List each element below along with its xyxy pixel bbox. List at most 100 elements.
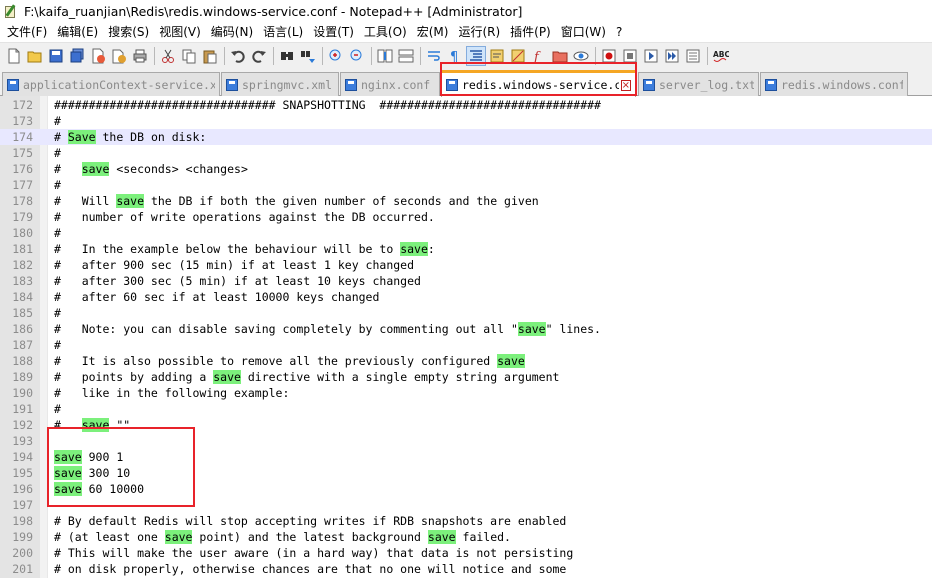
menu-run[interactable]: 运行(R) [453,22,505,42]
editor-line[interactable]: 191 # [0,401,932,417]
editor-line[interactable]: 187 # [0,337,932,353]
tab-label: nginx.conf [361,77,431,92]
line-text: # Save the DB on disk: [54,130,207,144]
file-save-state-icon [345,78,357,91]
udl-icon[interactable] [487,46,507,66]
zoom-out-icon[interactable] [347,46,367,66]
menu-edit[interactable]: 编辑(E) [52,22,103,42]
stop-macro-icon[interactable] [620,46,640,66]
svg-text:¶: ¶ [450,50,458,64]
editor[interactable]: 172 ################################ SNAP… [0,96,932,578]
cut-icon[interactable] [158,46,178,66]
editor-line[interactable]: 186 # Note: you can disable saving comple… [0,321,932,337]
editor-line[interactable]: 183 # after 300 sec (5 min) if at least 1… [0,273,932,289]
print-icon[interactable] [130,46,150,66]
doc-map-icon[interactable] [508,46,528,66]
record-macro-icon[interactable] [599,46,619,66]
title-bar: F:\kaifa_ruanjian\Redis\redis.windows-se… [0,0,932,22]
toolbar-separator [707,46,708,65]
menu-view[interactable]: 视图(V) [154,22,206,42]
run-macro-multiple-icon[interactable] [662,46,682,66]
menu-search[interactable]: 搜索(S) [103,22,154,42]
replace-icon[interactable] [298,46,318,66]
line-number: 181 [12,242,33,256]
editor-line[interactable]: 188 # It is also possible to remove all t… [0,353,932,369]
editor-line[interactable]: 195 save 300 10 [0,465,932,481]
play-macro-icon[interactable] [641,46,661,66]
editor-line[interactable]: 173 # [0,113,932,129]
indent-guide-icon[interactable] [466,45,486,66]
editor-line[interactable]: 180 # [0,225,932,241]
sync-horizontal-icon[interactable] [396,46,416,66]
editor-line[interactable]: 185 # [0,305,932,321]
save-all-icon[interactable] [67,46,87,66]
tab-nginx-conf[interactable]: nginx.conf [340,72,440,96]
open-file-icon[interactable] [25,46,45,66]
menu-plugins[interactable]: 插件(P) [505,22,556,42]
menu-macro[interactable]: 宏(M) [412,22,454,42]
tab-label: applicationContext-service.xml [23,77,215,92]
editor-line[interactable]: 176 # save <seconds> <changes> [0,161,932,177]
tab-redis-windows-service-conf[interactable]: redis.windows-service.conf × [441,70,636,97]
new-file-icon[interactable] [4,46,24,66]
paste-icon[interactable] [200,46,220,66]
toolbar-separator [322,46,323,65]
editor-line[interactable]: 181 # In the example below the behaviour … [0,241,932,257]
editor-line[interactable]: 200 # This will make the user aware (in a… [0,545,932,561]
tab-applicationcontext-service[interactable]: applicationContext-service.xml [2,72,220,96]
toolbar-separator [595,46,596,65]
sync-vertical-icon[interactable] [375,46,395,66]
editor-line[interactable]: 201 # on disk properly, otherwise chances… [0,561,932,577]
editor-line[interactable]: 197 [0,497,932,513]
editor-line[interactable]: 175 # [0,145,932,161]
notepadpp-app-icon [4,4,18,18]
editor-line[interactable]: 172 ################################ SNAP… [0,97,932,113]
close-tab-icon[interactable]: × [620,79,631,91]
undo-icon[interactable] [228,46,248,66]
show-all-chars-icon[interactable]: ¶ [445,46,465,66]
editor-line[interactable]: 178 # Will save the DB if both the given … [0,193,932,209]
tab-springmvc[interactable]: springmvc.xml [221,72,339,96]
editor-line[interactable]: 182 # after 900 sec (15 min) if at least … [0,257,932,273]
menu-help[interactable]: ? [611,22,627,42]
copy-icon[interactable] [179,46,199,66]
search-match-highlight: save [164,530,193,544]
editor-line[interactable]: 174 # Save the DB on disk: [0,129,932,145]
tab-server-log[interactable]: server_log.txt [638,72,759,96]
menu-file[interactable]: 文件(F) [2,22,52,42]
tab-redis-windows-conf[interactable]: redis.windows.conf [760,72,908,96]
line-number: 176 [12,162,33,176]
folder-workspace-icon[interactable] [550,46,570,66]
menu-settings[interactable]: 设置(T) [308,22,359,42]
menu-encoding[interactable]: 编码(N) [206,22,258,42]
editor-line[interactable]: 198 # By default Redis will stop acceptin… [0,513,932,529]
close-icon[interactable] [88,46,108,66]
editor-line[interactable]: 189 # points by adding a save directive w… [0,369,932,385]
editor-line[interactable]: 177 # [0,177,932,193]
search-match-highlight: save [517,322,546,336]
menu-tools[interactable]: 工具(O) [359,22,412,42]
editor-line[interactable]: 179 # number of write operations against … [0,209,932,225]
editor-line[interactable]: 192 # save "" [0,417,932,433]
menu-language[interactable]: 语言(L) [258,22,308,42]
save-icon[interactable] [46,46,66,66]
zoom-in-icon[interactable] [326,46,346,66]
toolbar: ¶ f ABC [0,42,932,68]
monitor-icon[interactable] [571,46,591,66]
editor-line[interactable]: 193 [0,433,932,449]
function-list-icon[interactable]: f [529,46,549,66]
save-macro-icon[interactable] [683,46,703,66]
find-icon[interactable] [277,46,297,66]
editor-line[interactable]: 196 save 60 10000 [0,481,932,497]
editor-line[interactable]: 194 save 900 1 [0,449,932,465]
menu-window[interactable]: 窗口(W) [556,22,611,42]
editor-line[interactable]: 199 # (at least one save point) and the l… [0,529,932,545]
editor-line[interactable]: 184 # after 60 sec if at least 10000 keys… [0,289,932,305]
editor-line[interactable]: 190 # like in the following example: [0,385,932,401]
redo-icon[interactable] [249,46,269,66]
close-all-icon[interactable] [109,46,129,66]
search-match-highlight: save [81,162,110,176]
line-text: # after 900 sec (15 min) if at least 1 k… [54,258,415,272]
word-wrap-icon[interactable] [424,46,444,66]
spell-check-icon[interactable]: ABC [711,46,731,66]
